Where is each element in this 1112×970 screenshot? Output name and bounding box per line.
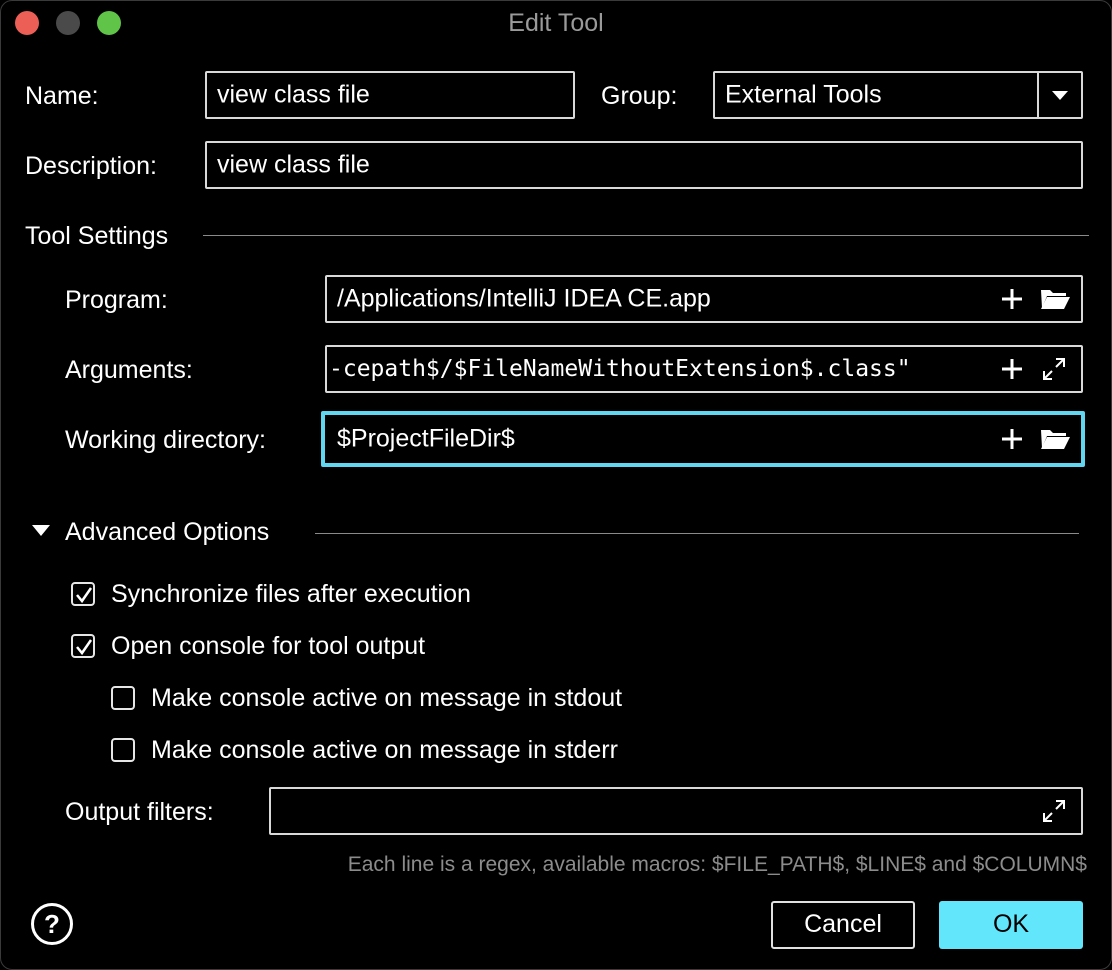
program-value: /Applications/IntelliJ IDEA CE.app bbox=[337, 284, 711, 313]
output-filters-label: Output filters: bbox=[65, 798, 214, 826]
cancel-button[interactable]: Cancel bbox=[771, 901, 915, 949]
edit-tool-dialog: Edit Tool Name: view class file Group: E… bbox=[0, 0, 1112, 970]
expand-icon[interactable] bbox=[1041, 798, 1067, 824]
working-directory-value: $ProjectFileDir$ bbox=[337, 424, 515, 453]
window-title: Edit Tool bbox=[508, 9, 604, 37]
output-filters-hint: Each line is a regex, available macros: … bbox=[347, 853, 1087, 876]
description-value: view class file bbox=[217, 150, 370, 179]
tool-settings-title: Tool Settings bbox=[25, 222, 169, 250]
arguments-field[interactable]: -cepath$/$FileNameWithoutExtension$.clas… bbox=[325, 345, 1083, 393]
working-directory-label: Working directory: bbox=[65, 426, 266, 454]
description-field[interactable]: view class file bbox=[205, 141, 1083, 189]
checkmark-icon bbox=[76, 639, 93, 656]
name-label: Name: bbox=[25, 82, 99, 110]
triangle-down-icon[interactable] bbox=[31, 523, 51, 544]
name-field[interactable]: view class file bbox=[205, 71, 575, 119]
tool-settings-separator bbox=[203, 235, 1089, 236]
dropdown-divider bbox=[1037, 73, 1039, 117]
stdout-label[interactable]: Make console active on message in stdout bbox=[151, 684, 622, 713]
plus-icon[interactable] bbox=[999, 286, 1025, 312]
working-directory-field[interactable]: $ProjectFileDir$ bbox=[321, 411, 1085, 467]
arguments-value: -cepath$/$FileNameWithoutExtension$.clas… bbox=[329, 356, 911, 382]
chevron-down-icon[interactable] bbox=[1047, 82, 1073, 108]
program-label: Program: bbox=[65, 286, 168, 314]
stderr-checkbox[interactable] bbox=[111, 738, 135, 762]
plus-icon[interactable] bbox=[999, 356, 1025, 382]
checkmark-icon bbox=[76, 587, 93, 604]
advanced-options-separator bbox=[315, 533, 1079, 534]
group-dropdown[interactable]: External Tools bbox=[713, 71, 1083, 119]
stdout-checkbox[interactable] bbox=[111, 686, 135, 710]
ok-button[interactable]: OK bbox=[939, 901, 1083, 949]
group-value: External Tools bbox=[725, 80, 882, 109]
name-value: view class file bbox=[217, 80, 370, 109]
group-label: Group: bbox=[601, 82, 678, 110]
program-field[interactable]: /Applications/IntelliJ IDEA CE.app bbox=[325, 275, 1083, 323]
advanced-options-title[interactable]: Advanced Options bbox=[65, 518, 269, 547]
sync-files-checkbox[interactable] bbox=[71, 582, 95, 606]
output-filters-field[interactable] bbox=[269, 787, 1083, 835]
sync-files-label[interactable]: Synchronize files after execution bbox=[111, 580, 471, 609]
plus-icon[interactable] bbox=[999, 426, 1025, 452]
folder-icon[interactable] bbox=[1039, 286, 1071, 312]
folder-icon[interactable] bbox=[1039, 426, 1071, 452]
arguments-label: Arguments: bbox=[65, 356, 193, 384]
description-label: Description: bbox=[25, 152, 157, 180]
expand-icon[interactable] bbox=[1041, 356, 1067, 382]
stderr-label[interactable]: Make console active on message in stderr bbox=[151, 736, 618, 765]
open-console-checkbox[interactable] bbox=[71, 634, 95, 658]
open-console-label[interactable]: Open console for tool output bbox=[111, 632, 425, 661]
help-icon[interactable]: ? bbox=[31, 903, 73, 945]
